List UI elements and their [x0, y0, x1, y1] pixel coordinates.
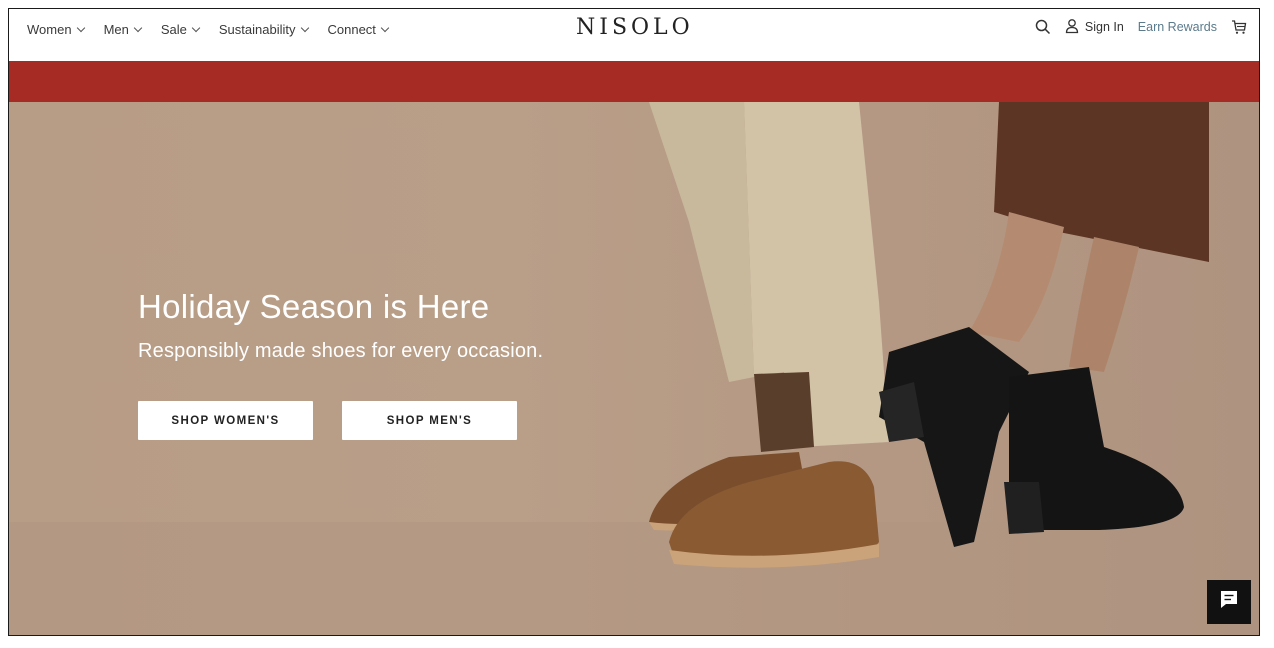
hero-subtitle: Responsibly made shoes for every occasio… — [138, 340, 544, 362]
cart-icon[interactable] — [1231, 19, 1247, 35]
nav-women-label: Women — [27, 21, 72, 37]
hero-title: Holiday Season is Here — [138, 288, 490, 325]
shop-mens-button[interactable]: SHOP MEN'S — [342, 401, 517, 440]
nav-sustainability[interactable]: Sustainability — [218, 21, 309, 37]
search-icon[interactable] — [1035, 19, 1051, 35]
chevron-down-icon — [191, 23, 201, 32]
nav-sale-label: Sale — [160, 21, 187, 37]
chat-icon — [1218, 589, 1240, 616]
nav-women[interactable]: Women — [27, 21, 85, 37]
browser-viewport: Women Men Sale Sustainability Connect NI… — [8, 8, 1260, 636]
promo-banner — [9, 61, 1259, 102]
header-tools: Sign In Earn Rewards — [1035, 9, 1247, 45]
site-logo[interactable]: NISOLO — [576, 15, 694, 40]
nav-sale[interactable]: Sale — [160, 21, 201, 37]
user-icon — [1065, 18, 1079, 37]
site-header: Women Men Sale Sustainability Connect NI… — [9, 9, 1259, 61]
earn-rewards-link[interactable]: Earn Rewards — [1138, 20, 1217, 34]
chevron-down-icon — [133, 23, 143, 32]
nav-connect[interactable]: Connect — [327, 21, 390, 37]
chevron-down-icon — [380, 23, 390, 32]
nav-sustainability-label: Sustainability — [218, 21, 296, 37]
chat-button[interactable] — [1207, 580, 1251, 624]
chevron-down-icon — [300, 23, 309, 32]
sign-in-label: Sign In — [1084, 20, 1124, 34]
hero-banner: Holiday Season is Here Responsibly made … — [9, 102, 1259, 635]
shop-womens-button[interactable]: SHOP WOMEN'S — [138, 401, 313, 440]
sign-in-link[interactable]: Sign In — [1065, 18, 1124, 37]
hero-photo — [9, 102, 1259, 635]
main-nav: Women Men Sale Sustainability Connect — [27, 9, 390, 49]
nav-men-label: Men — [103, 21, 129, 37]
nav-men[interactable]: Men — [103, 21, 143, 37]
chevron-down-icon — [76, 23, 85, 32]
nav-connect-label: Connect — [327, 21, 376, 37]
